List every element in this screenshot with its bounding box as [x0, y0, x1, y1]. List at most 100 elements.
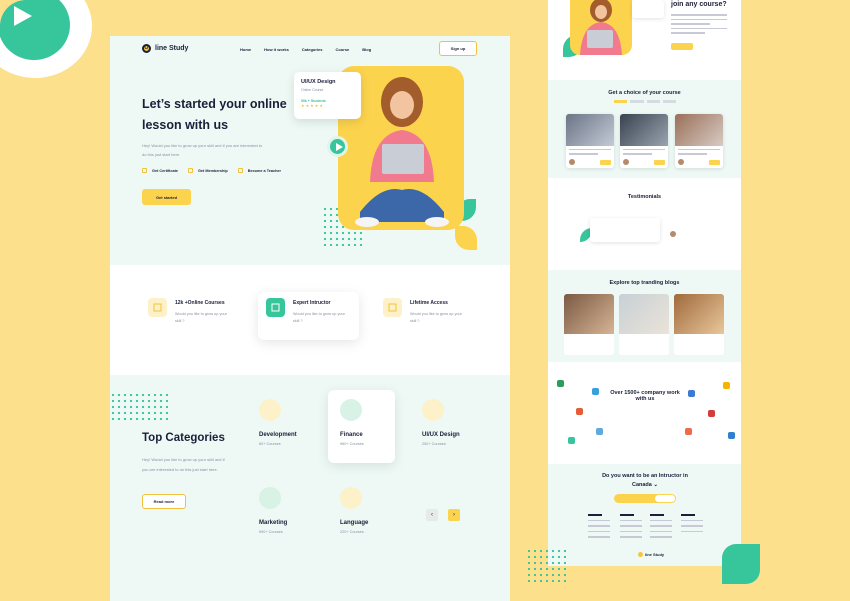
footer-column [681, 514, 703, 536]
student-photo [355, 77, 449, 227]
category-count: 250+ Courses [422, 442, 446, 446]
hero-title: Let’s started your online lesson with us [142, 97, 287, 132]
category-name: Marketing [259, 520, 288, 526]
feature-title: Lifetime Access [410, 300, 448, 306]
category-count: 590+ Courses [259, 530, 283, 534]
app-logo-icon [723, 382, 730, 389]
rating-stars-icon: ★★★★★ [301, 103, 324, 108]
feature-text: Would you like to grow up your skill ? [410, 312, 462, 323]
checkbox-icon [187, 168, 193, 173]
app-logo-icon [576, 408, 583, 415]
nav-course[interactable]: Course [335, 47, 349, 52]
landing-page-preview: O line Study Home How it works Categorie… [110, 36, 510, 601]
testimonial-author [670, 224, 692, 237]
feature-title: 12k +Online Courses [175, 300, 225, 306]
checkbox-icon [237, 168, 243, 173]
app-logo-icon [708, 410, 715, 417]
course-tabs[interactable] [614, 100, 676, 103]
feature-text: Would you like to grow up your skill ? [293, 312, 345, 323]
app-logo-icon [688, 390, 695, 397]
signup-button[interactable]: Sign up [439, 41, 477, 56]
app-logo-icon [557, 380, 564, 387]
prev-arrow-button[interactable]: ‹ [426, 509, 438, 521]
blog-card[interactable] [619, 294, 669, 355]
search-input[interactable] [614, 494, 676, 503]
hero-checks: Get Certificate Get Membership Become a … [142, 168, 281, 173]
testimonials-title: Testimonials [627, 194, 662, 200]
category-name: Finance [340, 432, 363, 438]
course-card[interactable] [675, 114, 723, 168]
main-nav: Home How it works Categories Course Blog [240, 47, 371, 52]
book-icon [148, 298, 167, 317]
category-language[interactable]: Language 220+ Courses [340, 487, 400, 534]
play-icon [336, 143, 343, 151]
nav-how-it-works[interactable]: How it works [264, 47, 289, 52]
money-icon [340, 399, 362, 421]
nav-categories[interactable]: Categories [302, 47, 323, 52]
category-marketing[interactable]: Marketing 590+ Courses [259, 487, 319, 534]
course-card[interactable] [566, 114, 614, 168]
checkbox-icon [142, 168, 147, 173]
check-teacher: Become a Teacher [237, 168, 281, 173]
category-name: Language [340, 520, 369, 526]
design-icon [422, 399, 444, 421]
decor-leaf-green [722, 544, 760, 584]
logo-text: line Study [155, 45, 189, 52]
partners-section: Over 1500+ company work with us [548, 362, 741, 464]
check-certificate: Get Certificate [142, 168, 178, 173]
join-section: join any course? [548, 0, 741, 80]
feature-text: Would you like to grow up your skill ? [175, 312, 227, 323]
join-button[interactable] [671, 43, 693, 50]
course-card-type: Online Course [301, 88, 324, 92]
instructor-title: Do you want to be an Intructor in Canada… [602, 473, 688, 488]
access-icon [383, 298, 402, 317]
play-badge [0, 0, 92, 78]
course-info-card[interactable]: UI/UX Design Online Course 50k + Student… [294, 72, 361, 119]
categories-section: Top Categories Hey! Would you like to gr… [110, 375, 510, 601]
app-logo-icon [592, 388, 599, 395]
footer-logo-text: line Study [645, 552, 665, 557]
nav-home[interactable]: Home [240, 47, 251, 52]
feature-expert-instructor: Expert Intructor Would you like to grow u… [266, 298, 345, 325]
student-photo [580, 0, 622, 55]
landing-page-preview-continued: join any course? Get a choice of your co… [548, 0, 741, 566]
join-image-card [570, 0, 632, 55]
check-membership: Get Membership [187, 168, 228, 173]
categories-subtitle: Hey! Would you like to grow up your skil… [142, 457, 225, 472]
features-section: 12k +Online Courses Would you like to gro… [110, 265, 510, 375]
category-name: UI/UX Design [422, 432, 460, 438]
feature-title: Expert Intructor [293, 300, 331, 306]
hero-section: O line Study Home How it works Categorie… [110, 36, 510, 265]
get-started-button[interactable]: Get started [142, 189, 191, 205]
nav-blog[interactable]: Blog [362, 47, 371, 52]
category-name: Development [259, 432, 297, 438]
instructor-section: Do you want to be an Intructor in Canada… [548, 464, 741, 566]
app-logo-icon [596, 428, 603, 435]
logo-mark [638, 552, 643, 557]
blog-card[interactable] [564, 294, 614, 355]
blog-card[interactable] [674, 294, 724, 355]
course-card[interactable] [620, 114, 668, 168]
join-text [671, 14, 727, 37]
search-button[interactable] [655, 495, 675, 502]
feature-lifetime-access: Lifetime Access Would you like to grow up… [383, 298, 462, 325]
read-more-button[interactable]: Read more [142, 494, 186, 509]
dot-pattern [110, 392, 168, 422]
app-logo-icon [568, 437, 575, 444]
code-icon [259, 399, 281, 421]
next-arrow-button[interactable]: › [448, 509, 460, 521]
category-development[interactable]: Development 60+ Courses [259, 399, 319, 446]
instructor-icon [266, 298, 285, 317]
categories-title: Top Categories [142, 432, 225, 444]
footer-column [588, 514, 610, 542]
decor-leaf-yellow [455, 226, 477, 250]
category-finance[interactable]: Finance 960+ Courses [340, 399, 400, 446]
courses-title: Get a choice of your course [608, 90, 681, 96]
footer-logo[interactable]: line Study [638, 552, 664, 557]
category-count: 60+ Courses [259, 442, 281, 446]
hero-subtitle: Hey! Would you like to grow up your skil… [142, 143, 263, 157]
video-play-button[interactable] [327, 136, 348, 157]
logo[interactable]: O line Study [142, 44, 188, 53]
logo-mark: O [142, 44, 151, 53]
category-uiux-design[interactable]: UI/UX Design 250+ Courses [422, 399, 482, 446]
